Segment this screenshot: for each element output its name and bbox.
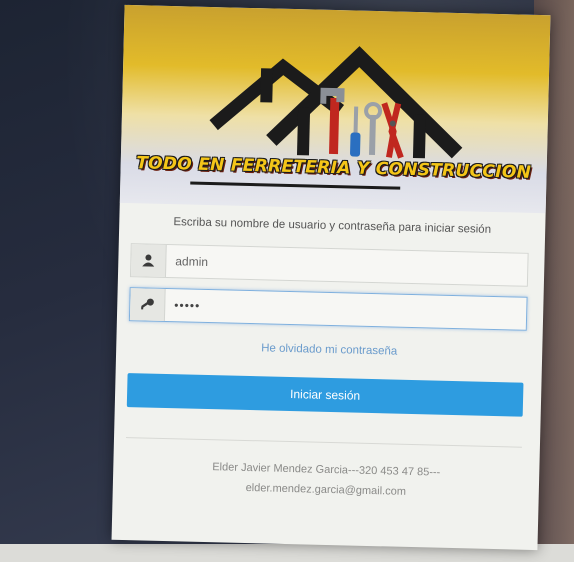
password-value: ••••• — [174, 298, 201, 313]
username-value: admin — [175, 254, 209, 269]
forgot-password-link[interactable]: He olvidado mi contraseña — [128, 339, 530, 361]
screwdriver-icon — [350, 106, 361, 157]
login-card: TODO EN FERRETERIA Y CONSTRUCCION Escrib… — [111, 4, 551, 551]
login-button[interactable]: Iniciar sesión — [126, 373, 524, 417]
user-icon — [130, 244, 167, 277]
footer-divider — [126, 437, 522, 448]
password-field[interactable]: ••••• — [128, 287, 528, 331]
brand-banner: TODO EN FERRETERIA Y CONSTRUCCION — [119, 4, 551, 214]
house-tools-logo — [209, 46, 463, 159]
pliers-icon — [381, 102, 404, 159]
footer-contact: Elder Javier Mendez Garcia---320 453 47 … — [125, 455, 528, 505]
login-instructions: Escriba su nombre de usuario y contraseñ… — [173, 216, 492, 236]
key-icon — [129, 288, 166, 321]
spanner-icon — [364, 101, 383, 156]
username-field[interactable]: admin — [129, 243, 529, 287]
